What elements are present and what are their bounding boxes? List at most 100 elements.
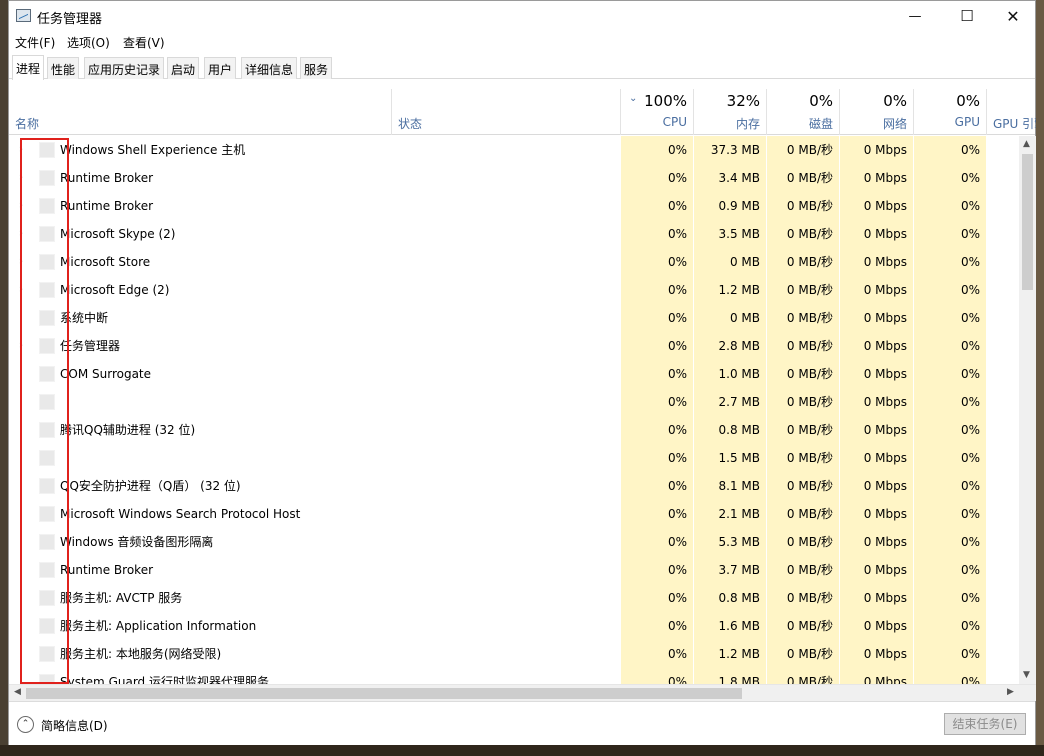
process-icon — [39, 366, 55, 382]
tab-services[interactable]: 服务 — [300, 57, 333, 79]
process-list: › Windows Shell Experience 主机 0% 37.3 MB 0 M… — [9, 136, 1019, 684]
task-manager-icon — [16, 9, 31, 22]
fewer-details-link[interactable]: 简略信息(D) — [41, 717, 108, 734]
network-value: 0 Mbps — [840, 416, 913, 444]
network-value: 0 Mbps — [840, 500, 913, 528]
gpu-engine-label: GPU 引擎 — [993, 117, 1036, 131]
scroll-up-icon[interactable]: ▲ — [1023, 139, 1030, 149]
process-name: Runtime Broker — [60, 563, 154, 577]
column-gpu-engine[interactable]: GPU 引擎 — [987, 89, 1036, 135]
memory-value: 0 MB — [694, 304, 766, 332]
disk-value: 0 MB/秒 — [767, 584, 839, 612]
table-row[interactable]: 腾讯QQ辅助进程 (32 位) 0% 0.8 MB 0 MB/秒 0 Mbps 0% — [9, 416, 1019, 444]
disk-label: 磁盘 — [808, 117, 833, 131]
gpu-value: 0% — [914, 640, 986, 668]
column-memory[interactable]: 32% 内存 — [694, 89, 767, 135]
process-icon — [39, 674, 55, 684]
gpu-total: 0% — [956, 92, 980, 110]
close-button[interactable]: ✕ — [990, 1, 1036, 31]
network-value: 0 Mbps — [840, 444, 913, 472]
column-status[interactable]: 状态 — [392, 89, 621, 135]
table-row[interactable]: Windows 音频设备图形隔离 0% 5.3 MB 0 MB/秒 0 Mbps 0% — [9, 528, 1019, 556]
tab-details[interactable]: 详细信息 — [241, 57, 298, 79]
tab-app-history[interactable]: 应用历史记录 — [84, 57, 165, 79]
table-row[interactable]: › Microsoft Store 0% 0 MB 0 MB/秒 0 Mbps 0% — [9, 248, 1019, 276]
expand-chevron-icon[interactable]: › — [19, 136, 23, 164]
tab-users[interactable]: 用户 — [204, 57, 237, 79]
table-row[interactable]: › Runtime Broker 0% 3.4 MB 0 MB/秒 0 Mbps 0% — [9, 164, 1019, 192]
gpu-value: 0% — [914, 192, 986, 220]
gpu-value: 0% — [914, 332, 986, 360]
table-row[interactable]: 服务主机: Application Information 0% 1.6 MB 0 M… — [9, 612, 1019, 640]
column-status-label: 状态 — [398, 117, 423, 131]
table-row[interactable]: 0% 1.5 MB 0 MB/秒 0 Mbps 0% — [9, 444, 1019, 472]
chevron-up-icon[interactable]: ⌃ — [17, 716, 34, 733]
table-row[interactable]: 服务主机: 本地服务(网络受限) 0% 1.2 MB 0 MB/秒 0 Mbps 0% — [9, 640, 1019, 668]
cpu-value: 0% — [621, 164, 693, 192]
maximize-button[interactable]: ☐ — [944, 1, 990, 31]
table-row[interactable]: Microsoft Windows Search Protocol Host 0%… — [9, 500, 1019, 528]
menu-options[interactable]: 选项(O) — [67, 34, 110, 51]
vertical-scrollbar[interactable]: ▲ ▼ — [1019, 136, 1036, 684]
end-task-button[interactable]: 结束任务(E) — [944, 713, 1026, 735]
table-row[interactable]: › Runtime Broker 0% 0.9 MB 0 MB/秒 0 Mbps 0% — [9, 192, 1019, 220]
expand-chevron-icon[interactable]: › — [19, 332, 23, 360]
table-row[interactable]: System Guard 运行时监视器代理服务 0% 1.8 MB 0 MB/秒 0 M… — [9, 668, 1019, 684]
network-label: 网络 — [882, 117, 907, 131]
desktop-background-left — [0, 0, 8, 756]
cpu-value: 0% — [621, 556, 693, 584]
table-row[interactable]: › Microsoft Skype (2) 0% 3.5 MB 0 MB/秒 0 Mbps… — [9, 220, 1019, 248]
gpu-value: 0% — [914, 136, 986, 164]
process-name: COM Surrogate — [60, 367, 152, 381]
gpu-value: 0% — [914, 584, 986, 612]
process-name: 服务主机: AVCTP 服务 — [60, 591, 183, 605]
tab-startup[interactable]: 启动 — [167, 57, 200, 79]
expand-chevron-icon[interactable]: › — [19, 220, 23, 248]
horizontal-scroll-thumb[interactable] — [26, 688, 742, 699]
table-row[interactable]: Runtime Broker 0% 3.7 MB 0 MB/秒 0 Mbps 0% — [9, 556, 1019, 584]
gpu-value: 0% — [914, 444, 986, 472]
table-row[interactable]: › Microsoft Edge (2) 0% 1.2 MB 0 MB/秒 0 Mbps 0… — [9, 276, 1019, 304]
disk-value: 0 MB/秒 — [767, 500, 839, 528]
table-row[interactable]: COM Surrogate 0% 1.0 MB 0 MB/秒 0 Mbps 0% — [9, 360, 1019, 388]
disk-value: 0 MB/秒 — [767, 192, 839, 220]
tab-performance[interactable]: 性能 — [47, 57, 80, 79]
expand-chevron-icon[interactable]: › — [19, 248, 23, 276]
table-row[interactable]: QQ安全防护进程（Q盾） (32 位) 0% 8.1 MB 0 MB/秒 0 Mbps 0… — [9, 472, 1019, 500]
expand-chevron-icon[interactable]: › — [19, 164, 23, 192]
sort-down-icon: ⌄ — [629, 93, 638, 104]
disk-value: 0 MB/秒 — [767, 360, 839, 388]
expand-chevron-icon[interactable]: › — [19, 192, 23, 220]
minimize-button[interactable]: — — [892, 1, 938, 31]
scroll-down-icon[interactable]: ▼ — [1023, 670, 1030, 680]
column-disk[interactable]: 0% 磁盘 — [767, 89, 840, 135]
menu-file[interactable]: 文件(F) — [15, 34, 55, 51]
process-icon — [39, 450, 55, 466]
menu-view[interactable]: 查看(V) — [123, 34, 165, 51]
column-cpu[interactable]: ⌄ 100% CPU — [621, 89, 694, 135]
table-row[interactable]: › 任务管理器 0% 2.8 MB 0 MB/秒 0 Mbps 0% — [9, 332, 1019, 360]
disk-value: 0 MB/秒 — [767, 444, 839, 472]
vertical-scroll-thumb[interactable] — [1022, 154, 1033, 290]
column-header: 名称 状态 ⌄ 100% CPU 32% 内存 0% 磁盘 0% 网络 0% G… — [9, 89, 1036, 135]
disk-value: 0 MB/秒 — [767, 668, 839, 684]
table-row[interactable]: 系统中断 0% 0 MB 0 MB/秒 0 Mbps 0% — [9, 304, 1019, 332]
tab-processes[interactable]: 进程 — [12, 55, 45, 80]
table-row[interactable]: › Windows Shell Experience 主机 0% 37.3 MB 0 M… — [9, 136, 1019, 164]
column-gpu[interactable]: 0% GPU — [914, 89, 987, 135]
table-row[interactable]: 服务主机: AVCTP 服务 0% 0.8 MB 0 MB/秒 0 Mbps 0% — [9, 584, 1019, 612]
network-value: 0 Mbps — [840, 332, 913, 360]
column-network[interactable]: 0% 网络 — [840, 89, 914, 135]
network-value: 0 Mbps — [840, 556, 913, 584]
scroll-right-icon[interactable]: ▶ — [1007, 687, 1014, 697]
horizontal-scrollbar[interactable]: ◀ ▶ — [9, 684, 1036, 701]
cpu-value: 0% — [621, 276, 693, 304]
gpu-value: 0% — [914, 388, 986, 416]
memory-value: 5.3 MB — [694, 528, 766, 556]
cpu-value: 0% — [621, 444, 693, 472]
column-name[interactable]: 名称 — [9, 89, 392, 135]
expand-chevron-icon[interactable]: › — [19, 276, 23, 304]
scroll-left-icon[interactable]: ◀ — [14, 687, 21, 697]
disk-total: 0% — [809, 92, 833, 110]
table-row[interactable]: 0% 2.7 MB 0 MB/秒 0 Mbps 0% — [9, 388, 1019, 416]
